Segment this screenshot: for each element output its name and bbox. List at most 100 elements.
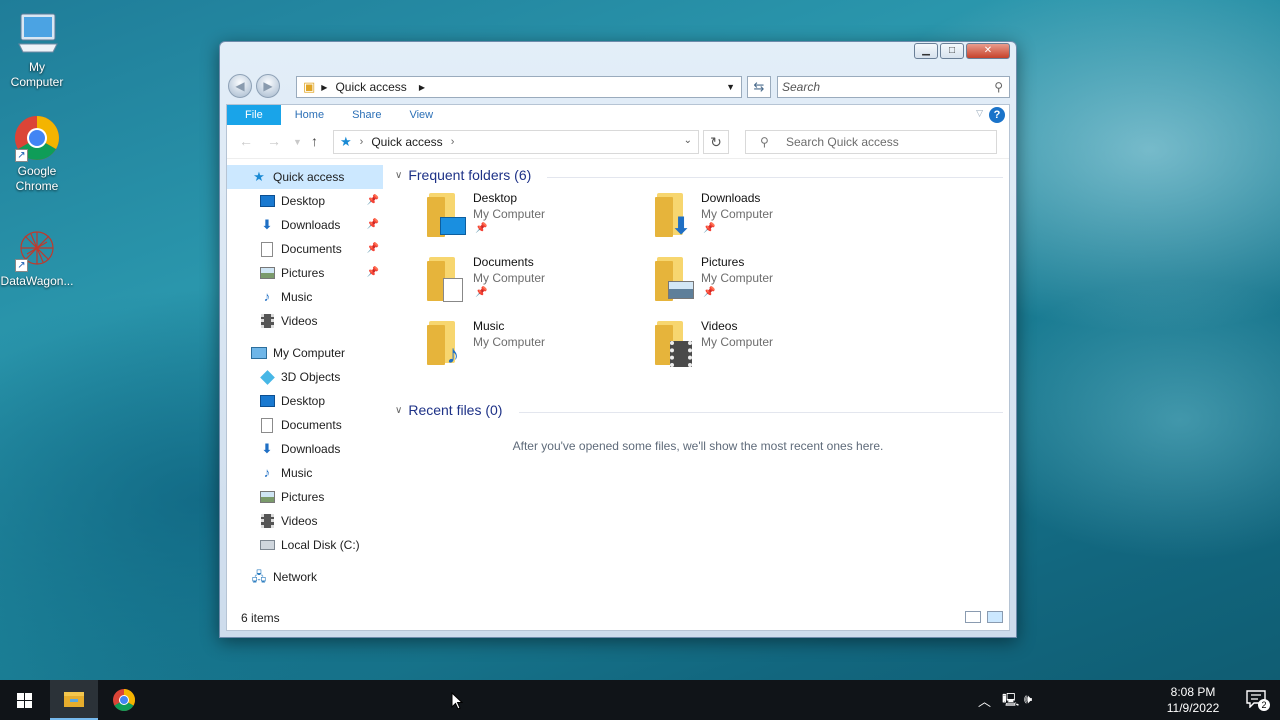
speaker-icon[interactable]: 🕪 (1024, 691, 1032, 707)
nav-item-pictures[interactable]: Pictures 📌 (227, 261, 383, 285)
clock-date: 11/9/2022 (1166, 701, 1220, 715)
pin-icon[interactable]: 📌 (367, 213, 379, 237)
desktop-icon (259, 393, 275, 409)
group-title: Frequent folders (6) (408, 167, 532, 183)
network-icon[interactable]: 🖳 (1002, 691, 1019, 713)
nav-item-music[interactable]: ♪ Music (227, 285, 383, 309)
folder-name: Downloads (701, 191, 761, 205)
nav-item-desktop[interactable]: Desktop 📌 (227, 189, 383, 213)
nav-item-pc-videos[interactable]: Videos (227, 509, 383, 533)
legacy-refresh-button[interactable]: ⇆ (747, 76, 771, 98)
nav-network[interactable]: 🖧 Network (227, 565, 383, 589)
nav-item-pc-documents[interactable]: Documents (227, 413, 383, 437)
frequent-folders-header[interactable]: ∨ Frequent folders (6) (395, 167, 531, 183)
nav-label: Quick access (273, 170, 345, 184)
legacy-address-text: Quick access (335, 80, 407, 94)
large-icons-view-button[interactable] (987, 611, 1003, 623)
folder-tile-videos[interactable]: Videos My Computer (655, 319, 875, 375)
ribbon-expand-icon[interactable]: ▽ (976, 108, 983, 119)
file-explorer-icon (64, 692, 84, 707)
nav-item-pc-desktop[interactable]: Desktop (227, 389, 383, 413)
start-button[interactable] (0, 680, 48, 720)
search-input[interactable]: ⚲ Search Quick access (745, 130, 997, 154)
legacy-search-input[interactable]: Search ⚲ (777, 76, 1010, 98)
forward-button[interactable]: → (267, 133, 281, 149)
nav-my-computer[interactable]: My Computer (227, 341, 383, 365)
desktop-icon-label: DataWagon... (0, 274, 74, 288)
pictures-icon (259, 489, 275, 505)
maximize-button[interactable]: □ (940, 43, 964, 59)
folder-tile-documents[interactable]: Documents My Computer 📌 (427, 255, 647, 311)
address-bar[interactable]: ★ › Quick access › ⌄ (333, 130, 699, 154)
folder-location: My Computer (701, 207, 774, 221)
tab-share[interactable]: Share (338, 105, 395, 125)
download-icon: ⬇ (261, 217, 273, 232)
back-button[interactable]: ← (239, 133, 253, 149)
chrome-icon (113, 689, 135, 711)
recent-locations-chevron-icon[interactable]: ▼ (293, 137, 302, 147)
collapse-chevron-icon[interactable]: ∨ (395, 170, 402, 181)
legacy-address-bar[interactable]: ▣ ▶ Quick access ▶ ▼ (296, 76, 742, 98)
action-center-button[interactable]: 2 (1246, 690, 1270, 711)
desktop-icon-google-chrome[interactable]: ↗ Google Chrome (0, 114, 74, 194)
pin-icon: 📌 (703, 287, 716, 298)
nav-item-pc-music[interactable]: ♪ Music (227, 461, 383, 485)
folder-tile-music[interactable]: ♪ Music My Computer (427, 319, 647, 375)
pin-icon[interactable]: 📌 (367, 189, 379, 213)
breadcrumb-quick-access[interactable]: Quick access (371, 135, 442, 149)
folder-tile-desktop[interactable]: Desktop My Computer 📌 (427, 191, 647, 247)
pin-icon[interactable]: 📌 (367, 261, 379, 285)
nav-quick-access[interactable]: ★ Quick access (227, 165, 383, 189)
nav-item-downloads[interactable]: ⬇ Downloads 📌 (227, 213, 383, 237)
downloads-folder-icon: ⬇ (655, 193, 695, 240)
help-button[interactable]: ? (989, 107, 1005, 123)
taskbar-file-explorer[interactable] (50, 680, 98, 720)
tab-view[interactable]: View (395, 105, 447, 125)
recent-files-header[interactable]: ∨ Recent files (0) (395, 402, 502, 418)
nav-item-documents[interactable]: Documents 📌 (227, 237, 383, 261)
details-view-button[interactable] (965, 611, 981, 623)
shortcut-arrow-icon: ↗ (15, 259, 28, 272)
desktop-icon-label: My (29, 60, 45, 74)
folder-tile-pictures[interactable]: Pictures My Computer 📌 (655, 255, 875, 311)
breadcrumb-arrow-icon[interactable]: ▶ (419, 83, 425, 92)
nav-label: Music (281, 466, 313, 480)
chevron-down-icon[interactable]: ▼ (726, 82, 735, 92)
collapse-chevron-icon[interactable]: ∨ (395, 405, 402, 416)
close-button[interactable]: ✕ (966, 43, 1010, 59)
nav-item-3d-objects[interactable]: 3D Objects (227, 365, 383, 389)
windows-logo-icon (16, 692, 32, 708)
video-icon (259, 313, 275, 329)
download-icon: ⬇ (261, 441, 273, 456)
group-divider (547, 177, 1003, 178)
window-controls: ▁ □ ✕ (914, 43, 1010, 59)
pin-icon: 📌 (703, 223, 716, 234)
music-icon: ♪ (263, 465, 271, 480)
legacy-forward-button[interactable]: ▶ (256, 74, 280, 98)
chevron-up-icon[interactable]: ︿ (978, 691, 991, 710)
breadcrumb-chevron-icon: › (359, 136, 364, 148)
nav-label: Pictures (281, 266, 325, 280)
clock[interactable]: 8:08 PM 11/9/2022 (1160, 684, 1226, 716)
nav-item-pc-downloads[interactable]: ⬇ Downloads (227, 437, 383, 461)
breadcrumb-chevron-icon[interactable]: › (451, 136, 455, 148)
system-tray: ︿ 🖳 🕪 8:08 PM 11/9/2022 2 (978, 680, 1280, 720)
tab-home[interactable]: Home (281, 105, 338, 125)
status-bar: 6 items (227, 606, 1009, 630)
minimize-button[interactable]: ▁ (914, 43, 938, 59)
refresh-button[interactable]: ↻ (703, 130, 729, 154)
nav-item-pc-pictures[interactable]: Pictures (227, 485, 383, 509)
nav-item-videos[interactable]: Videos (227, 309, 383, 333)
taskbar-google-chrome[interactable] (100, 680, 148, 720)
folder-tile-downloads[interactable]: ⬇ Downloads My Computer 📌 (655, 191, 875, 247)
desktop-icon-datawagon[interactable]: ↗ DataWagon... (0, 224, 74, 289)
up-button[interactable]: ↑ (311, 133, 318, 149)
nav-item-local-disk[interactable]: Local Disk (C:) (227, 533, 383, 557)
address-dropdown-icon[interactable]: ⌄ (684, 135, 692, 146)
folder-name: Videos (701, 319, 738, 333)
legacy-back-button[interactable]: ◀ (228, 74, 252, 98)
desktop-folder-icon (427, 193, 467, 237)
tab-file[interactable]: File (227, 105, 281, 125)
pin-icon[interactable]: 📌 (367, 237, 379, 261)
desktop-icon-my-computer[interactable]: My Computer (0, 10, 74, 90)
